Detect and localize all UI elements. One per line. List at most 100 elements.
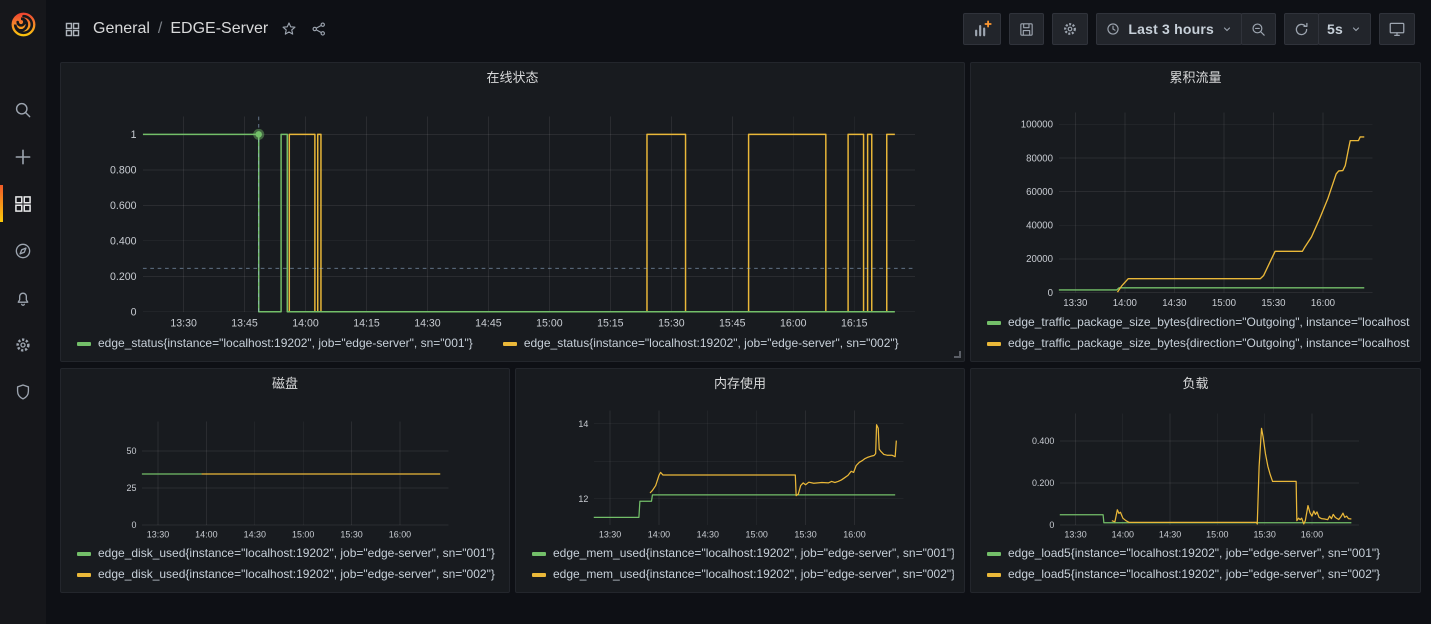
- series-line-green: [1059, 288, 1364, 290]
- sidebar-item-explore[interactable]: [0, 227, 46, 274]
- panel-title[interactable]: 负载: [971, 369, 1420, 395]
- load-chart[interactable]: 13:3014:0014:3015:0015:3016:0000.2000.40…: [975, 395, 1416, 542]
- legend-series-swatch: [987, 552, 1001, 556]
- disk-chart[interactable]: 13:3014:0014:3015:0015:3016:0002550: [65, 395, 505, 542]
- legend-item[interactable]: edge_traffic_package_size_bytes{directio…: [987, 312, 1410, 333]
- svg-text:14:00: 14:00: [1112, 529, 1134, 539]
- legend-series-swatch: [532, 573, 546, 577]
- svg-text:15:30: 15:30: [658, 317, 685, 329]
- panel-load: 负载 13:3014:0014:3015:0015:3016:0000.2000…: [970, 368, 1421, 593]
- legend-item[interactable]: edge_load5{instance="localhost:19202", j…: [987, 564, 1410, 585]
- legend-series-swatch: [77, 552, 91, 556]
- panel-legend: edge_traffic_package_size_bytes{directio…: [971, 311, 1420, 361]
- svg-text:0: 0: [1048, 288, 1053, 299]
- svg-text:15:00: 15:00: [1206, 529, 1228, 539]
- svg-text:0.800: 0.800: [110, 164, 137, 176]
- legend-series-label: edge_traffic_package_size_bytes{directio…: [1008, 312, 1410, 333]
- svg-text:15:00: 15:00: [292, 529, 314, 539]
- sidebar-item-dashboards[interactable]: [0, 180, 46, 227]
- panel-title[interactable]: 累积流量: [971, 63, 1420, 89]
- legend-series-swatch: [77, 342, 91, 346]
- svg-text:14:45: 14:45: [475, 317, 502, 329]
- legend-series-label: edge_disk_used{instance="localhost:19202…: [98, 564, 495, 585]
- legend-series-label: edge_status{instance="localhost:19202", …: [98, 333, 473, 354]
- legend-item[interactable]: edge_load5{instance="localhost:19202", j…: [987, 543, 1410, 564]
- legend-series-swatch: [987, 573, 1001, 577]
- legend-series-label: edge_disk_used{instance="localhost:19202…: [98, 543, 495, 564]
- legend-item[interactable]: edge_mem_used{instance="localhost:19202"…: [532, 543, 954, 564]
- series-line-yellow: [1117, 137, 1364, 292]
- svg-text:15:30: 15:30: [1253, 529, 1275, 539]
- cumulative-traffic-chart[interactable]: 13:3014:0014:3015:0015:3016:000200004000…: [975, 89, 1416, 311]
- panel-memory-usage: 内存使用 13:3014:0014:3015:0015:3016:001214 …: [515, 368, 965, 593]
- legend-series-label: edge_status{instance="localhost:19202", …: [524, 333, 899, 354]
- svg-text:1: 1: [131, 129, 137, 141]
- panel-resize-handle[interactable]: [954, 351, 961, 358]
- svg-text:0.200: 0.200: [1032, 478, 1054, 488]
- series-line-green: [143, 134, 895, 311]
- svg-text:13:30: 13:30: [170, 317, 197, 329]
- dashboard-grid: 在线状态 13:30 13:45 14:00 14:15 14:30 14:45 15:00…: [46, 0, 1431, 624]
- svg-text:12: 12: [578, 494, 588, 504]
- series-line-yellow: [1112, 428, 1352, 524]
- hover-point-marker: [256, 131, 262, 137]
- online-status-chart[interactable]: 13:3013:4514:0014:1514:3014:4515:0015:15…: [65, 89, 960, 332]
- legend-item[interactable]: edge_disk_used{instance="localhost:19202…: [77, 543, 499, 564]
- svg-text:40000: 40000: [1026, 221, 1053, 232]
- panel-disk: 磁盘 13:3014:0014:3015:0015:3016:0002550 e…: [60, 368, 510, 593]
- svg-text:80000: 80000: [1026, 153, 1053, 164]
- svg-text:14:00: 14:00: [195, 529, 217, 539]
- legend-item[interactable]: edge_mem_used{instance="localhost:19202"…: [532, 564, 954, 585]
- panel-title[interactable]: 磁盘: [61, 369, 509, 395]
- svg-text:0: 0: [131, 520, 136, 530]
- svg-text:13:30: 13:30: [1063, 298, 1087, 309]
- legend-item[interactable]: edge_traffic_package_size_bytes{directio…: [987, 333, 1410, 354]
- legend-item[interactable]: edge_disk_used{instance="localhost:19202…: [77, 564, 499, 585]
- legend-series-swatch: [77, 573, 91, 577]
- memory-usage-chart[interactable]: 13:3014:0014:3015:0015:3016:001214: [520, 395, 960, 542]
- sidebar-item-configuration[interactable]: [0, 321, 46, 368]
- legend-item[interactable]: edge_status{instance="localhost:19202", …: [77, 333, 473, 354]
- panel-title[interactable]: 内存使用: [516, 369, 964, 395]
- svg-text:16:00: 16:00: [389, 529, 411, 539]
- series-line-green: [594, 495, 895, 518]
- sidebar-item-create[interactable]: [0, 133, 46, 180]
- svg-text:13:45: 13:45: [231, 317, 258, 329]
- legend-series-label: edge_load5{instance="localhost:19202", j…: [1008, 564, 1380, 585]
- grafana-logo[interactable]: [0, 0, 46, 48]
- dashboards-grid-icon: [13, 194, 33, 214]
- plus-icon: [13, 147, 33, 167]
- svg-text:14:30: 14:30: [1162, 298, 1186, 309]
- sidebar-item-server-admin[interactable]: [0, 368, 46, 415]
- panel-title[interactable]: 在线状态: [61, 63, 964, 89]
- svg-text:0: 0: [1049, 520, 1054, 530]
- alerting-bell-icon: [13, 288, 33, 308]
- svg-text:14:30: 14:30: [697, 529, 719, 539]
- legend-series-swatch: [503, 342, 517, 346]
- panel-legend: edge_mem_used{instance="localhost:19202"…: [516, 542, 964, 592]
- legend-item[interactable]: edge_status{instance="localhost:19202", …: [503, 333, 899, 354]
- svg-text:14:30: 14:30: [1159, 529, 1181, 539]
- sidebar-item-search[interactable]: [0, 86, 46, 133]
- configuration-gear-icon: [13, 335, 33, 355]
- sidebar-item-alerting[interactable]: [0, 274, 46, 321]
- svg-text:14:00: 14:00: [1113, 298, 1137, 309]
- grafana-flame-icon: [10, 11, 37, 38]
- svg-text:15:45: 15:45: [719, 317, 746, 329]
- series-line-yellow: [289, 134, 895, 311]
- explore-compass-icon: [13, 241, 33, 261]
- series-line-yellow: [650, 425, 896, 496]
- svg-text:0: 0: [131, 306, 137, 318]
- svg-text:15:00: 15:00: [746, 529, 768, 539]
- svg-text:13:30: 13:30: [147, 529, 169, 539]
- svg-text:0.400: 0.400: [110, 235, 137, 247]
- svg-text:14: 14: [578, 419, 588, 429]
- svg-text:16:00: 16:00: [843, 529, 865, 539]
- svg-text:15:00: 15:00: [1212, 298, 1236, 309]
- panel-legend: edge_status{instance="localhost:19202", …: [61, 332, 964, 361]
- panel-cumulative-traffic: 累积流量 13:3014:0014:3015:0015:3016:0002000…: [970, 62, 1421, 362]
- svg-text:25: 25: [126, 483, 136, 493]
- svg-text:14:30: 14:30: [414, 317, 441, 329]
- svg-text:14:15: 14:15: [353, 317, 380, 329]
- sidebar: [0, 0, 46, 624]
